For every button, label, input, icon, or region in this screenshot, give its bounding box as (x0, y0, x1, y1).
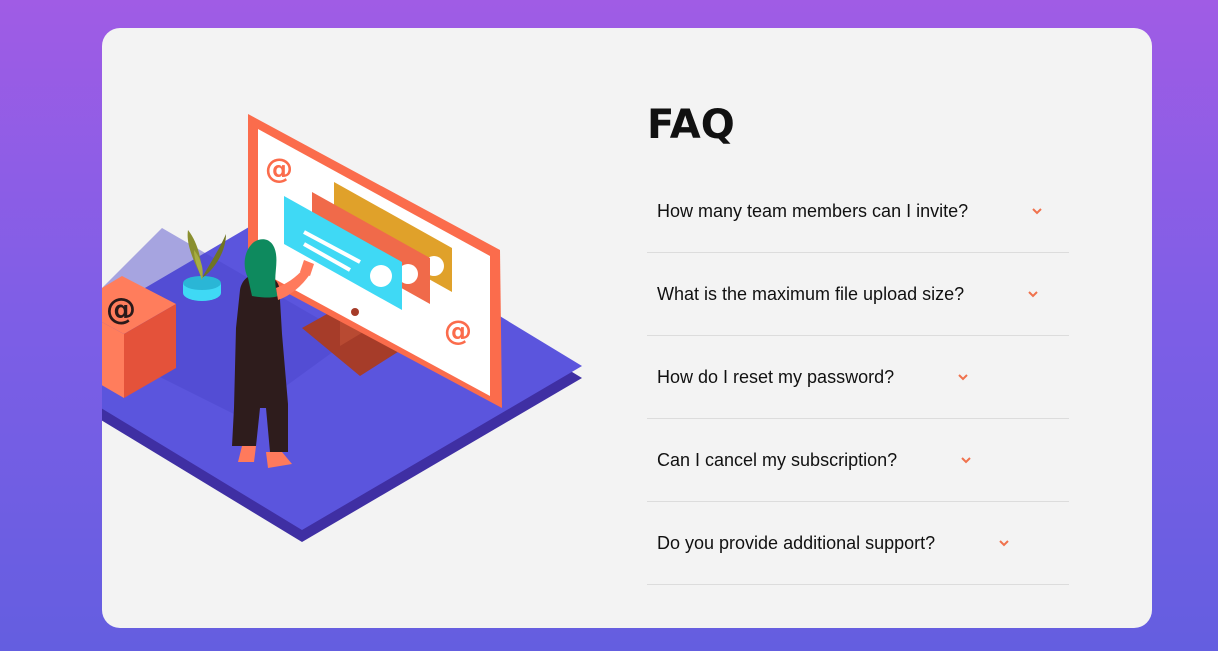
faq-question[interactable]: How many team members can I invite? (657, 201, 968, 222)
faq-list: How many team members can I invite? What… (647, 170, 1069, 585)
at-sign-icon: @ (444, 314, 472, 347)
faq-item[interactable]: Do you provide additional support? (647, 502, 1069, 585)
faq-title: FAQ (647, 102, 735, 148)
faq-item[interactable]: Can I cancel my subscription? (647, 419, 1069, 502)
faq-question[interactable]: Do you provide additional support? (657, 533, 935, 554)
chevron-down-icon[interactable] (998, 538, 1010, 548)
faq-item[interactable]: What is the maximum file upload size? (647, 253, 1069, 336)
faq-card: @ @ @ FAQ How many team members can I in… (102, 28, 1152, 628)
chevron-down-icon[interactable] (1027, 289, 1039, 299)
faq-question[interactable]: Can I cancel my subscription? (657, 450, 897, 471)
faq-question[interactable]: What is the maximum file upload size? (657, 284, 964, 305)
chevron-down-icon[interactable] (957, 372, 969, 382)
at-sign-icon: @ (106, 292, 136, 327)
chevron-down-icon[interactable] (1031, 206, 1043, 216)
faq-item[interactable]: How do I reset my password? (647, 336, 1069, 419)
chevron-down-icon[interactable] (960, 455, 972, 465)
at-sign-icon: @ (265, 152, 293, 185)
faq-question[interactable]: How do I reset my password? (657, 367, 894, 388)
faq-item[interactable]: How many team members can I invite? (647, 170, 1069, 253)
faq-illustration: @ @ @ (102, 114, 582, 542)
